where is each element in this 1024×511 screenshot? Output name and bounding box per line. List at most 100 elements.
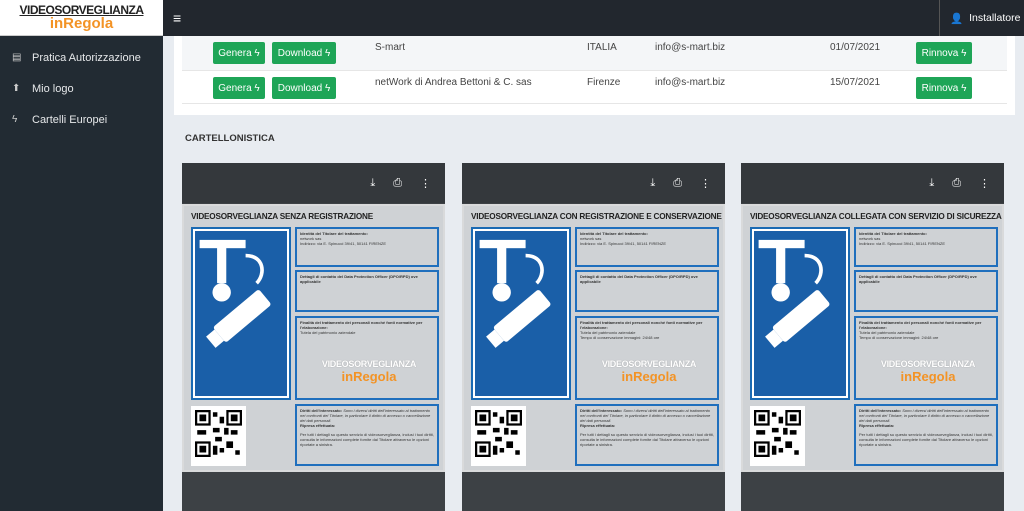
sign-title: VIDEOSORVEGLIANZA COLLEGATA CON SERVIZIO…: [750, 212, 1002, 221]
camera-pictogram: [191, 227, 291, 400]
camera-icon: [758, 239, 830, 348]
date: 15/07/2021: [830, 77, 881, 88]
box-text: Tutela del patrimonio aziendale: [300, 330, 356, 335]
dpo-box: Dettagli di contatto del Data Protection…: [575, 270, 719, 312]
table-row: Genera ϟ Download ϟ S-mart ITALIA info@s…: [182, 36, 1007, 70]
city: Firenze: [587, 77, 621, 88]
sign-toolbar: ⤓ ⎙ ⋮: [741, 163, 1004, 203]
qr-code-box: [191, 406, 246, 466]
sidebar-item-cartelli-europei[interactable]: ϟ Cartelli Europei: [0, 104, 163, 135]
user-menu[interactable]: 👤 Installatore: [939, 0, 1024, 36]
sidebar-item-pratica-autorizzazione[interactable]: ▤ Pratica Autorizzazione: [0, 42, 163, 73]
diritti-box: Diritti dell'interessato: Sono i diversi…: [575, 404, 719, 466]
genera-button[interactable]: Genera ϟ: [213, 77, 265, 99]
genera-button[interactable]: Genera ϟ: [213, 42, 265, 64]
sign-preview: VIDEOSORVEGLIANZA SENZA REGISTRAZIONE Id…: [182, 204, 445, 472]
sign-toolbar: ⤓ ⎙ ⋮: [462, 163, 725, 203]
box-title: Finalità del trattamento dei personali n…: [859, 320, 982, 330]
camera-icon: [199, 239, 271, 348]
qr-code: [195, 410, 242, 457]
download-icon[interactable]: ⤓: [370, 177, 375, 190]
watermark-text: inRegola: [900, 369, 956, 384]
logo-text-bottom: inRegola: [49, 15, 114, 32]
authorizations-table: Genera ϟ Download ϟ S-mart ITALIA info@s…: [174, 36, 1015, 115]
sign-card: ⤓ ⎙ ⋮ VIDEOSORVEGLIANZA SENZA REGISTRAZI…: [182, 163, 445, 511]
sidebar-item-mio-logo[interactable]: ⬆ Mio logo: [0, 73, 163, 104]
qr-code: [475, 410, 522, 457]
box-title: Dettagli di contatto del Data Protection…: [300, 274, 418, 284]
sign-title: VIDEOSORVEGLIANZA SENZA REGISTRAZIONE: [191, 212, 373, 221]
rinnova-button[interactable]: Rinnova ϟ: [916, 42, 972, 64]
box-text: Per tutti i dettagli su questo servizio …: [300, 432, 434, 447]
sidebar: VIDEOSORVEGLIANZA inRegola ▤ Pratica Auto…: [0, 0, 163, 511]
download-button[interactable]: Download ϟ: [272, 42, 336, 64]
finalita-box: Finalità del trattamento dei personali n…: [295, 316, 439, 400]
sign-card: ⤓ ⎙ ⋮ VIDEOSORVEGLIANZA COLLEGATA CON SE…: [741, 163, 1004, 511]
sign-preview: VIDEOSORVEGLIANZA CON REGISTRAZIONE E CO…: [462, 204, 725, 472]
sign-title: VIDEOSORVEGLIANZA CON REGISTRAZIONE E CO…: [471, 212, 722, 221]
box-text: Per tutti i dettagli su questo servizio …: [859, 432, 993, 447]
box-title: Dettagli di contatto del Data Protection…: [580, 274, 698, 284]
rinnova-button[interactable]: Rinnova ϟ: [916, 77, 972, 99]
table-row: Genera ϟ Download ϟ netWork di Andrea Be…: [182, 70, 1007, 104]
camera-pictogram: [471, 227, 571, 400]
finalita-box: Finalità del trattamento dei personali n…: [854, 316, 998, 400]
download-icon[interactable]: ⤓: [650, 177, 655, 190]
dpo-box: Dettagli di contatto del Data Protection…: [854, 270, 998, 312]
more-options-icon[interactable]: ⋮: [420, 177, 431, 190]
finalita-box: Finalità del trattamento dei personali n…: [575, 316, 719, 400]
company-name: S-mart: [375, 42, 405, 53]
camera-pictogram: [750, 227, 850, 400]
sidebar-item-label: Mio logo: [32, 82, 74, 95]
city: ITALIA: [587, 42, 617, 53]
dpo-box: Dettagli di contatto del Data Protection…: [295, 270, 439, 312]
sidebar-item-label: Cartelli Europei: [32, 113, 108, 126]
sign-preview: VIDEOSORVEGLIANZA COLLEGATA CON SERVIZIO…: [741, 204, 1004, 472]
box-text: Indirizzo: via E. Spinucci 39/41, 50141 …: [580, 241, 667, 246]
titolare-box: Identità del Titolare del trattamento: ne…: [295, 227, 439, 267]
sign-card: ⤓ ⎙ ⋮ VIDEOSORVEGLIANZA CON REGISTRAZION…: [462, 163, 725, 511]
box-title: Ripresa effettuata:: [859, 423, 895, 428]
watermark-text: inRegola: [341, 369, 397, 384]
print-icon[interactable]: ⎙: [673, 177, 682, 190]
sidebar-item-label: Pratica Autorizzazione: [32, 51, 141, 64]
section-title: CARTELLONISTICA: [185, 133, 275, 144]
hamburger-menu-icon[interactable]: ≡: [173, 10, 181, 26]
watermark-text: VIDEOSORVEGLIANZA: [321, 359, 417, 369]
company-name: netWork di Andrea Bettoni & C. sas: [375, 77, 532, 88]
qr-code-box: [471, 406, 526, 466]
print-icon[interactable]: ⎙: [952, 177, 961, 190]
watermark-logo: VIDEOSORVEGLIANZA inRegola: [594, 359, 704, 384]
upload-icon: ⬆: [12, 83, 21, 94]
diritti-box: Diritti dell'interessato: Sono i diversi…: [854, 404, 998, 466]
more-options-icon[interactable]: ⋮: [979, 177, 990, 190]
document-icon: ▤: [12, 52, 22, 63]
box-text: Indirizzo: via E. Spinucci 39/41, 50141 …: [859, 241, 946, 246]
email: info@s-mart.biz: [655, 77, 726, 88]
more-options-icon[interactable]: ⋮: [700, 177, 711, 190]
box-title: Finalità del trattamento dei personali n…: [580, 320, 703, 330]
date: 01/07/2021: [830, 42, 881, 53]
box-title: Ripresa effettuata:: [300, 423, 336, 428]
titolare-box: Identità del Titolare del trattamento: ne…: [854, 227, 998, 267]
retention-text: Tempo di conservazione immagini: 24/48 o…: [859, 335, 939, 340]
camera-icon: [479, 239, 551, 348]
top-bar: ≡ 👤 Installatore: [163, 0, 1024, 36]
diritti-box: Diritti dell'interessato: Sono i diversi…: [295, 404, 439, 466]
box-title: Ripresa effettuata:: [580, 423, 616, 428]
titolare-box: Identità del Titolare del trattamento: ne…: [575, 227, 719, 267]
email: info@s-mart.biz: [655, 42, 726, 53]
app-logo[interactable]: VIDEOSORVEGLIANZA inRegola: [0, 0, 163, 36]
box-title: Dettagli di contatto del Data Protection…: [859, 274, 977, 284]
user-name: Installatore: [969, 12, 1021, 24]
bolt-icon: ϟ: [12, 114, 18, 125]
print-icon[interactable]: ⎙: [393, 177, 402, 190]
download-icon[interactable]: ⤓: [929, 177, 934, 190]
download-button[interactable]: Download ϟ: [272, 77, 336, 99]
retention-text: Tempo di conservazione immagini: 24/48 o…: [580, 335, 660, 340]
watermark-text: VIDEOSORVEGLIANZA: [880, 359, 976, 369]
watermark-text: inRegola: [621, 369, 677, 384]
box-title: Finalità del trattamento dei personali n…: [300, 320, 423, 330]
watermark-logo: VIDEOSORVEGLIANZA inRegola: [873, 359, 983, 384]
qr-code: [754, 410, 801, 457]
